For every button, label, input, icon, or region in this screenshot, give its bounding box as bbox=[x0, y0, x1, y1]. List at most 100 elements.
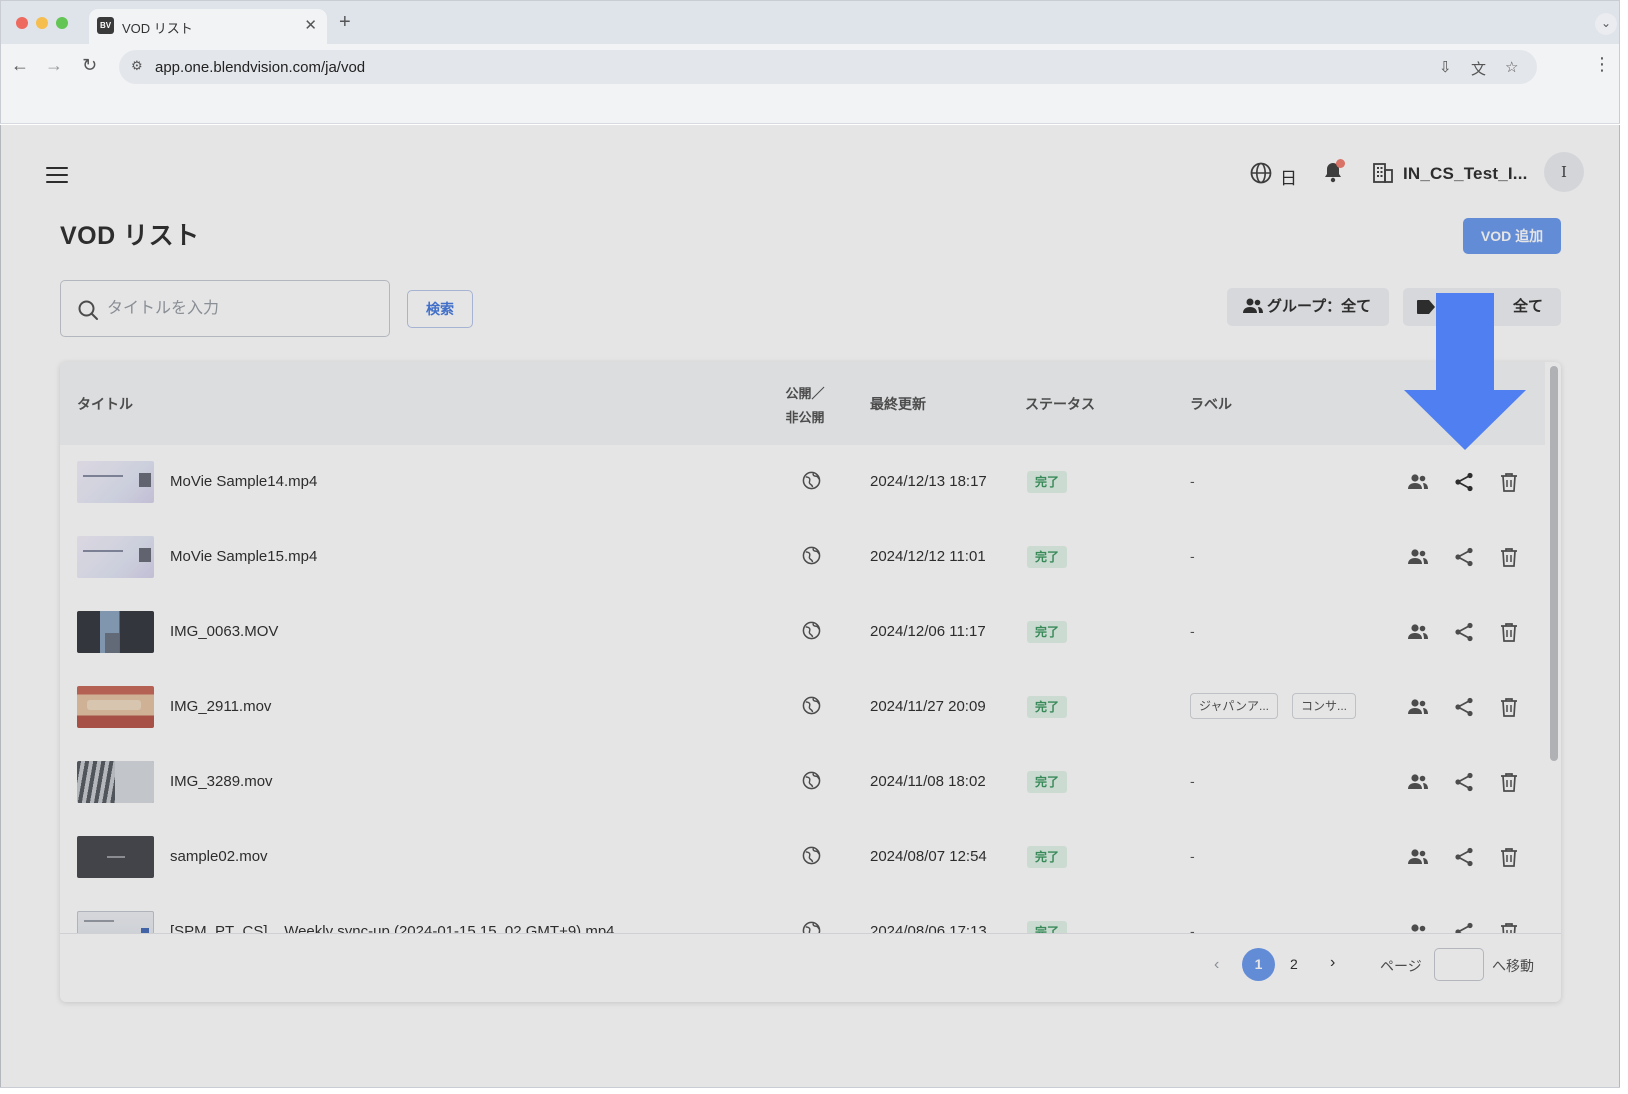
delete-trash-icon[interactable] bbox=[1498, 696, 1520, 718]
header-title: タイトル bbox=[77, 396, 133, 412]
site-settings-icon[interactable]: ⚙ bbox=[131, 58, 143, 74]
organization-building-icon[interactable] bbox=[1372, 162, 1394, 184]
video-title[interactable]: IMG_3289.mov bbox=[170, 773, 273, 790]
search-input[interactable] bbox=[107, 293, 377, 325]
updated-date: 2024/08/06 17:13 bbox=[870, 923, 987, 933]
back-arrow-icon[interactable]: ← bbox=[11, 55, 29, 76]
table-row[interactable]: IMG_3289.mov 2024/11/08 18:02 完了 - bbox=[60, 745, 1545, 820]
organization-name[interactable]: IN_CS_Test_I... bbox=[1403, 164, 1528, 184]
table-scrollbar[interactable] bbox=[1550, 366, 1558, 761]
pagination-prev[interactable]: ‹ bbox=[1214, 956, 1219, 974]
tab-close-icon[interactable]: ✕ bbox=[304, 16, 317, 34]
label-empty: - bbox=[1190, 773, 1195, 789]
language-label[interactable]: 日 bbox=[1280, 164, 1297, 189]
share-icon[interactable] bbox=[1453, 846, 1475, 868]
delete-trash-icon[interactable] bbox=[1498, 471, 1520, 493]
video-thumbnail[interactable] bbox=[77, 761, 154, 803]
browser-tab-bar: BV VOD リスト ✕ + ⌄ bbox=[0, 0, 1620, 45]
delete-trash-icon[interactable] bbox=[1498, 771, 1520, 793]
bookmark-star-icon[interactable]: ☆ bbox=[1505, 58, 1518, 76]
search-box[interactable] bbox=[60, 280, 390, 337]
video-thumbnail[interactable] bbox=[77, 461, 154, 503]
table-body: MoVie Sample14.mp4 2024/12/13 18:17 完了 -… bbox=[60, 445, 1545, 933]
tab-favicon-icon: BV bbox=[97, 17, 114, 34]
url-text[interactable]: app.one.blendvision.com/ja/vod bbox=[155, 59, 365, 76]
video-title[interactable]: IMG_0063.MOV bbox=[170, 623, 278, 640]
group-people-icon[interactable] bbox=[1407, 621, 1429, 643]
table-row[interactable]: sample02.mov 2024/08/07 12:54 完了 - bbox=[60, 820, 1545, 895]
page-jump-suffix: へ移動 bbox=[1492, 958, 1534, 974]
pagination-page-current[interactable]: 1 bbox=[1242, 948, 1275, 981]
public-globe-icon bbox=[802, 471, 821, 490]
menu-hamburger-icon[interactable] bbox=[46, 167, 68, 185]
video-thumbnail[interactable] bbox=[77, 836, 154, 878]
video-title[interactable]: IMG_2911.mov bbox=[170, 698, 271, 715]
video-title[interactable]: MoVie Sample15.mp4 bbox=[170, 548, 317, 565]
install-app-icon[interactable]: ⇩ bbox=[1439, 58, 1452, 76]
video-thumbnail[interactable] bbox=[77, 911, 154, 933]
label-chip[interactable]: コンサ... bbox=[1292, 693, 1357, 719]
tab-search-chevron-icon[interactable]: ⌄ bbox=[1595, 13, 1617, 35]
more-vert-icon[interactable]: ⋮ bbox=[1593, 54, 1611, 75]
group-people-icon[interactable] bbox=[1407, 546, 1429, 568]
table-row[interactable]: IMG_2911.mov 2024/11/27 20:09 完了 ジャパンア..… bbox=[60, 670, 1545, 745]
pagination-page-2[interactable]: 2 bbox=[1290, 956, 1298, 972]
notification-dot bbox=[1336, 159, 1345, 168]
share-icon[interactable] bbox=[1453, 471, 1475, 493]
browser-toolbar: ← → ↻ ⚙ app.one.blendvision.com/ja/vod ⇩… bbox=[0, 44, 1620, 124]
video-title[interactable]: MoVie Sample14.mp4 bbox=[170, 473, 317, 490]
label-empty: - bbox=[1190, 848, 1195, 864]
share-icon[interactable] bbox=[1453, 546, 1475, 568]
app-content: 日 IN_CS_Test_I... I VOD リスト VOD 追加 検索 グル… bbox=[0, 125, 1620, 1087]
new-tab-icon[interactable]: + bbox=[339, 11, 351, 34]
window-close-button[interactable] bbox=[16, 17, 28, 29]
header-status: ステータス bbox=[1025, 396, 1095, 412]
public-globe-icon bbox=[802, 546, 821, 565]
label-empty: - bbox=[1190, 473, 1195, 489]
share-icon[interactable] bbox=[1453, 921, 1475, 933]
label-chip[interactable]: ジャパンア... bbox=[1190, 693, 1279, 719]
status-badge: 完了 bbox=[1027, 846, 1067, 868]
video-title[interactable]: [SPM_PT_CS] _ Weekly sync-up (2024-01-15… bbox=[170, 923, 615, 933]
search-button[interactable]: 検索 bbox=[407, 290, 473, 328]
group-people-icon[interactable] bbox=[1407, 696, 1429, 718]
language-globe-icon[interactable] bbox=[1249, 161, 1273, 185]
translate-icon[interactable]: 文 bbox=[1471, 58, 1486, 79]
table-row[interactable]: [SPM_PT_CS] _ Weekly sync-up (2024-01-15… bbox=[60, 895, 1545, 933]
video-thumbnail[interactable] bbox=[77, 536, 154, 578]
group-people-icon[interactable] bbox=[1407, 846, 1429, 868]
header-public-line2: 非公開 bbox=[785, 410, 825, 425]
browser-tab[interactable]: BV VOD リスト ✕ bbox=[89, 9, 327, 45]
group-people-icon[interactable] bbox=[1407, 771, 1429, 793]
table-row[interactable]: IMG_0063.MOV 2024/12/06 11:17 完了 - bbox=[60, 595, 1545, 670]
share-icon[interactable] bbox=[1453, 771, 1475, 793]
table-row[interactable]: MoVie Sample15.mp4 2024/12/12 11:01 完了 - bbox=[60, 520, 1545, 595]
group-people-icon[interactable] bbox=[1407, 471, 1429, 493]
user-avatar[interactable]: I bbox=[1544, 152, 1584, 192]
group-people-icon[interactable] bbox=[1407, 921, 1429, 933]
address-bar[interactable]: ⚙ app.one.blendvision.com/ja/vod ⇩ 文 ☆ bbox=[119, 50, 1537, 84]
video-title[interactable]: sample02.mov bbox=[170, 848, 268, 865]
forward-arrow-icon[interactable]: → bbox=[45, 55, 63, 76]
video-thumbnail[interactable] bbox=[77, 611, 154, 653]
annotation-arrow-icon bbox=[1404, 293, 1526, 450]
delete-trash-icon[interactable] bbox=[1498, 621, 1520, 643]
updated-date: 2024/12/13 18:17 bbox=[870, 473, 987, 490]
share-icon[interactable] bbox=[1453, 621, 1475, 643]
page-jump-input[interactable] bbox=[1434, 948, 1484, 981]
reload-icon[interactable]: ↻ bbox=[82, 55, 97, 76]
status-badge: 完了 bbox=[1027, 921, 1067, 933]
delete-trash-icon[interactable] bbox=[1498, 546, 1520, 568]
header-updated[interactable]: 最終更新 bbox=[870, 394, 926, 414]
window-zoom-button[interactable] bbox=[56, 17, 68, 29]
table-row[interactable]: MoVie Sample14.mp4 2024/12/13 18:17 完了 - bbox=[60, 445, 1545, 520]
delete-trash-icon[interactable] bbox=[1498, 921, 1520, 933]
delete-trash-icon[interactable] bbox=[1498, 846, 1520, 868]
add-vod-button[interactable]: VOD 追加 bbox=[1463, 218, 1561, 254]
pagination-next[interactable]: › bbox=[1330, 954, 1335, 972]
window-minimize-button[interactable] bbox=[36, 17, 48, 29]
window-bottom-border bbox=[0, 1087, 1620, 1088]
share-icon[interactable] bbox=[1453, 696, 1475, 718]
video-thumbnail[interactable] bbox=[77, 686, 154, 728]
group-filter-button[interactable]: グループ：全て bbox=[1227, 288, 1389, 326]
